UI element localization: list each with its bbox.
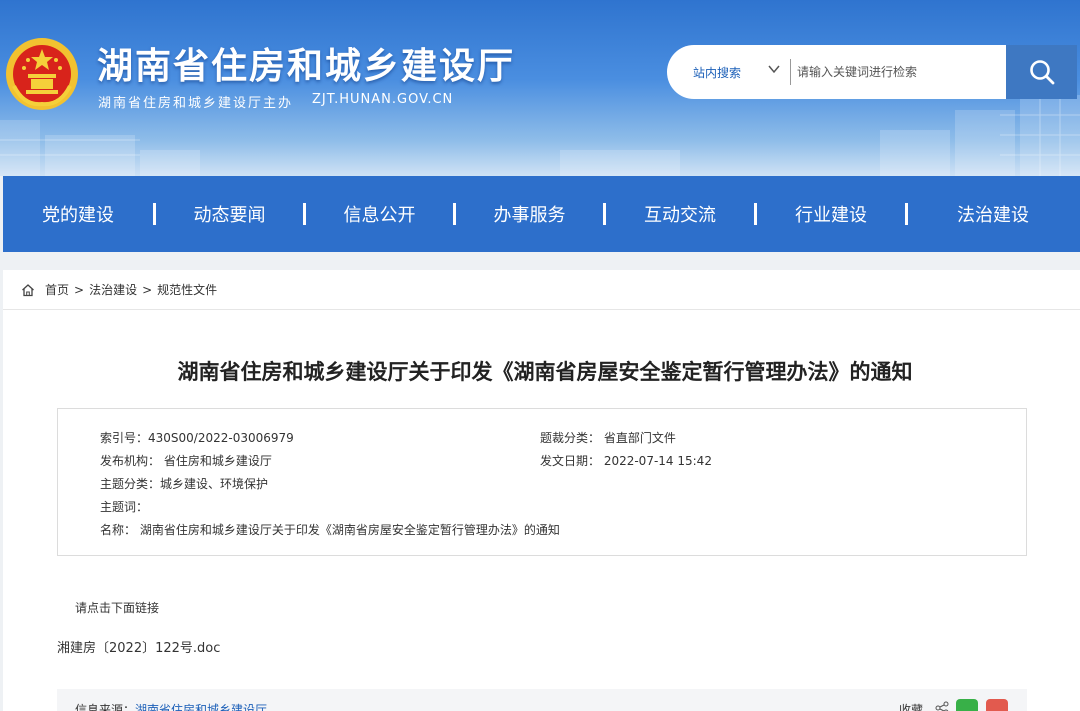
national-emblem-icon — [6, 38, 78, 110]
meta-topic-class: 主题分类：城乡建设、环境保护 — [100, 477, 269, 491]
site-url: ZJT.HUNAN.GOV.CN — [312, 92, 454, 107]
search-input[interactable] — [797, 59, 1002, 85]
nav-item-news[interactable]: 动态要闻 — [156, 176, 303, 252]
breadcrumb-normative-docs[interactable]: 规范性文件 — [157, 281, 217, 298]
article-intro: 请点击下面链接 — [75, 601, 160, 615]
content-panel: 首页 > 法治建设 > 规范性文件 湖南省住房和城乡建设厅关于印发《湖南省房屋安… — [3, 270, 1080, 711]
article-meta-box: 索引号：430S00/2022-03006979 题裁分类： 省直部门文件 发布… — [57, 408, 1027, 556]
info-source: 信息来源：湖南省住房和城乡建设厅 — [75, 701, 267, 711]
info-source-link[interactable]: 湖南省住房和城乡建设厅 — [135, 703, 267, 711]
site-header: 湖南省住房和城乡建设厅 湖南省住房和城乡建设厅主办 ZJT.HUNAN.GOV.… — [0, 0, 1080, 176]
meta-category: 题裁分类： 省直部门文件 — [540, 431, 676, 445]
chevron-down-icon[interactable] — [767, 62, 781, 76]
breadcrumb-home[interactable]: 首页 — [45, 281, 69, 298]
meta-publisher: 发布机构： 省住房和城乡建设厅 — [100, 454, 272, 468]
search-divider — [790, 59, 791, 85]
search-box: 站内搜索 — [667, 45, 1077, 99]
share-icon[interactable] — [935, 701, 949, 711]
breadcrumb: 首页 > 法治建设 > 规范性文件 — [3, 270, 1080, 310]
nav-item-services[interactable]: 办事服务 — [456, 176, 603, 252]
weibo-share-icon[interactable] — [986, 699, 1008, 711]
search-button[interactable] — [1006, 45, 1077, 99]
nav-item-party-building[interactable]: 党的建设 — [3, 176, 153, 252]
home-icon[interactable] — [21, 283, 35, 297]
breadcrumb-separator: > — [74, 282, 85, 297]
meta-name: 名称： 湖南省住房和城乡建设厅关于印发《湖南省房屋安全鉴定暂行管理办法》的通知 — [100, 523, 560, 537]
main-nav: 党的建设 动态要闻 信息公开 办事服务 互动交流 行业建设 法治建设 — [3, 176, 1080, 252]
nav-item-industry[interactable]: 行业建设 — [757, 176, 905, 252]
nav-item-info-disclosure[interactable]: 信息公开 — [306, 176, 453, 252]
article-footer-bar: 信息来源：湖南省住房和城乡建设厅 收藏 — [57, 689, 1027, 711]
nav-item-interaction[interactable]: 互动交流 — [606, 176, 754, 252]
search-icon — [1029, 60, 1054, 85]
nav-item-rule-of-law[interactable]: 法治建设 — [908, 176, 1078, 252]
breadcrumb-rule-of-law[interactable]: 法治建设 — [89, 281, 137, 298]
site-title: 湖南省住房和城乡建设厅 — [97, 46, 516, 87]
site-host: 湖南省住房和城乡建设厅主办 — [98, 96, 294, 111]
article-title: 湖南省住房和城乡建设厅关于印发《湖南省房屋安全鉴定暂行管理办法》的通知 — [177, 360, 913, 384]
favorite-button[interactable]: 收藏 — [899, 701, 923, 711]
search-scope-select[interactable]: 站内搜索 — [693, 64, 741, 81]
info-source-label: 信息来源： — [75, 703, 136, 711]
wechat-share-icon[interactable] — [956, 699, 978, 711]
breadcrumb-separator: > — [142, 282, 153, 297]
meta-date: 发文日期： 2022-07-14 15:42 — [540, 454, 712, 468]
meta-keywords: 主题词： — [100, 500, 149, 514]
attachment-link[interactable]: 湘建房〔2022〕122号.doc — [57, 637, 220, 656]
meta-index-no: 索引号：430S00/2022-03006979 — [100, 431, 294, 445]
